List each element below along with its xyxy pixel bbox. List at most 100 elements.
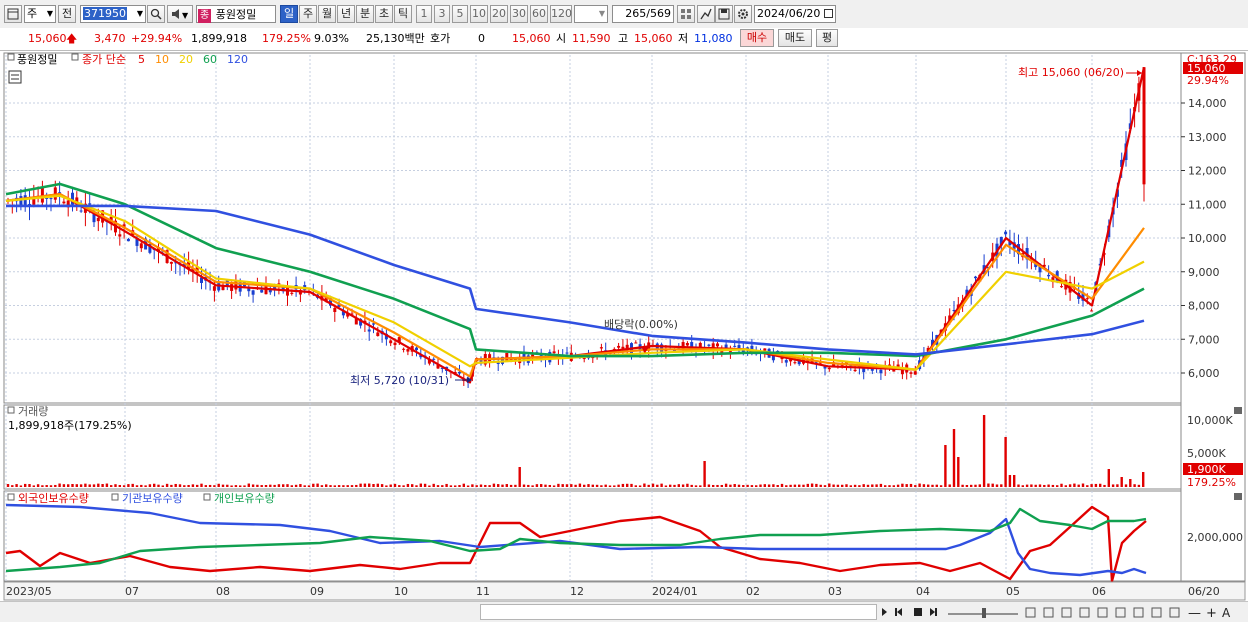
volume-bar xyxy=(965,484,969,487)
view-icon[interactable] xyxy=(1043,607,1054,618)
step-forward-icon[interactable] xyxy=(930,608,935,616)
volume-bar xyxy=(819,484,822,487)
volume-bar xyxy=(1111,484,1115,487)
chevron-down-icon: ▼ xyxy=(136,9,143,18)
volume-bar xyxy=(1086,485,1089,487)
stop-icon[interactable] xyxy=(914,608,922,616)
flat-button[interactable]: 평 xyxy=(816,29,838,47)
period-tab[interactable]: 년 xyxy=(337,5,355,23)
auto-scale-icon[interactable]: A xyxy=(1222,606,1231,620)
step-back-icon[interactable] xyxy=(897,608,902,616)
view-icon[interactable] xyxy=(1169,607,1180,618)
interval-button[interactable]: 60 xyxy=(530,5,548,23)
grid-icon[interactable] xyxy=(677,5,695,23)
volume-bar xyxy=(1064,485,1067,487)
candle-body xyxy=(251,290,255,295)
period-tab[interactable]: 일 xyxy=(280,5,298,23)
interval-button[interactable]: 1 xyxy=(416,5,432,23)
search-icon[interactable] xyxy=(147,5,165,23)
view-icon[interactable] xyxy=(1151,607,1162,618)
interval-button[interactable]: 30 xyxy=(510,5,528,23)
period-tab[interactable]: 분 xyxy=(356,5,374,23)
candle-body xyxy=(290,292,294,294)
collapse-icon[interactable] xyxy=(1234,493,1242,500)
period-tab[interactable]: 틱 xyxy=(394,5,412,23)
stock-code-input[interactable]: 371950 ▼ xyxy=(80,5,146,23)
candle-body xyxy=(1085,298,1089,300)
volume-bar xyxy=(987,483,990,487)
stock-chart[interactable]: 풍원정밀 종가 단순 5 10 20 60 120 최고 15,060 (06/20) … xyxy=(0,51,1248,601)
candle-body xyxy=(212,286,216,291)
bottom-control-bar: — + A xyxy=(0,601,1248,622)
stock-type-select[interactable]: 주 ▼ xyxy=(24,5,56,23)
ma-legend-item: 20 xyxy=(179,53,193,66)
candle-body xyxy=(389,340,393,344)
volume-bar xyxy=(694,485,698,487)
volume-bar xyxy=(939,485,943,487)
turnover: 9.03% xyxy=(314,32,349,45)
data-count-field[interactable]: 265/569 xyxy=(612,5,674,23)
volume-title: 거래량 xyxy=(18,405,48,418)
volume-bar xyxy=(471,484,474,487)
volume-bar xyxy=(798,484,801,487)
volume-bar xyxy=(144,485,147,487)
volume-bar xyxy=(849,485,852,487)
draw-tool-icon[interactable] xyxy=(697,5,715,23)
plus-icon[interactable]: + xyxy=(1206,606,1217,621)
period-tab[interactable]: 주 xyxy=(299,5,317,23)
volume-bar xyxy=(931,484,934,487)
volume-bar xyxy=(140,484,143,487)
candle-body xyxy=(685,343,689,346)
gear-icon[interactable] xyxy=(734,5,752,23)
volume-bar xyxy=(58,483,61,487)
trade-amount: 25,130백만 xyxy=(366,32,425,45)
sell-button[interactable]: 매도 xyxy=(778,29,812,47)
view-icon[interactable] xyxy=(1079,607,1090,618)
view-icon[interactable] xyxy=(1025,607,1036,618)
volume-bar xyxy=(522,484,526,487)
volume-bar xyxy=(540,484,543,487)
view-icon[interactable] xyxy=(1133,607,1144,618)
collapse-icon[interactable] xyxy=(1234,407,1242,414)
minus-icon[interactable]: — xyxy=(1188,606,1201,621)
ma-legend-item: 120 xyxy=(227,53,248,66)
volume-bar xyxy=(707,484,711,487)
zoom-slider-handle[interactable] xyxy=(982,608,986,618)
period-tab[interactable]: 월 xyxy=(318,5,336,23)
buy-button[interactable]: 매수 xyxy=(740,29,774,47)
candle-body xyxy=(40,187,44,203)
candle-body xyxy=(496,362,500,364)
interval-button[interactable]: 5 xyxy=(452,5,468,23)
interval-input[interactable]: ▼ xyxy=(574,5,608,23)
view-icon[interactable] xyxy=(1097,607,1108,618)
interval-button[interactable]: 20 xyxy=(490,5,508,23)
x-tick: 08 xyxy=(216,585,230,598)
open-label: 시 xyxy=(556,32,567,45)
volume-bar xyxy=(660,483,663,487)
volume-bar xyxy=(466,485,470,487)
play-icon[interactable] xyxy=(882,608,887,616)
date-input[interactable]: 2024/06/20 xyxy=(754,5,836,23)
stock-name-field[interactable]: 종 풍원정밀 xyxy=(196,5,276,23)
volume-bar xyxy=(651,483,655,487)
interval-button[interactable]: 10 xyxy=(470,5,488,23)
layout-icon[interactable] xyxy=(4,5,22,23)
chart-canvas[interactable]: 풍원정밀 종가 단순 5 10 20 60 120 최고 15,060 (06/20) … xyxy=(0,51,1248,601)
speaker-icon[interactable]: ▼ xyxy=(167,5,193,23)
volume-bar xyxy=(419,483,422,487)
view-icon[interactable] xyxy=(1115,607,1126,618)
interval-button[interactable]: 120 xyxy=(550,5,572,23)
volume-bar xyxy=(67,484,70,487)
candle-body xyxy=(617,345,621,348)
chart-scrollbar[interactable] xyxy=(480,604,877,620)
volume-bar xyxy=(699,485,702,487)
view-icon[interactable] xyxy=(1061,607,1072,618)
candle-body xyxy=(169,261,173,264)
volume-bar xyxy=(153,483,156,487)
interval-button[interactable]: 3 xyxy=(434,5,450,23)
save-icon[interactable] xyxy=(715,5,733,23)
period-tab[interactable]: 초 xyxy=(375,5,393,23)
volume-bar xyxy=(565,484,569,487)
prev-button[interactable]: 전 xyxy=(58,5,76,23)
calculator-icon[interactable] xyxy=(8,70,22,84)
